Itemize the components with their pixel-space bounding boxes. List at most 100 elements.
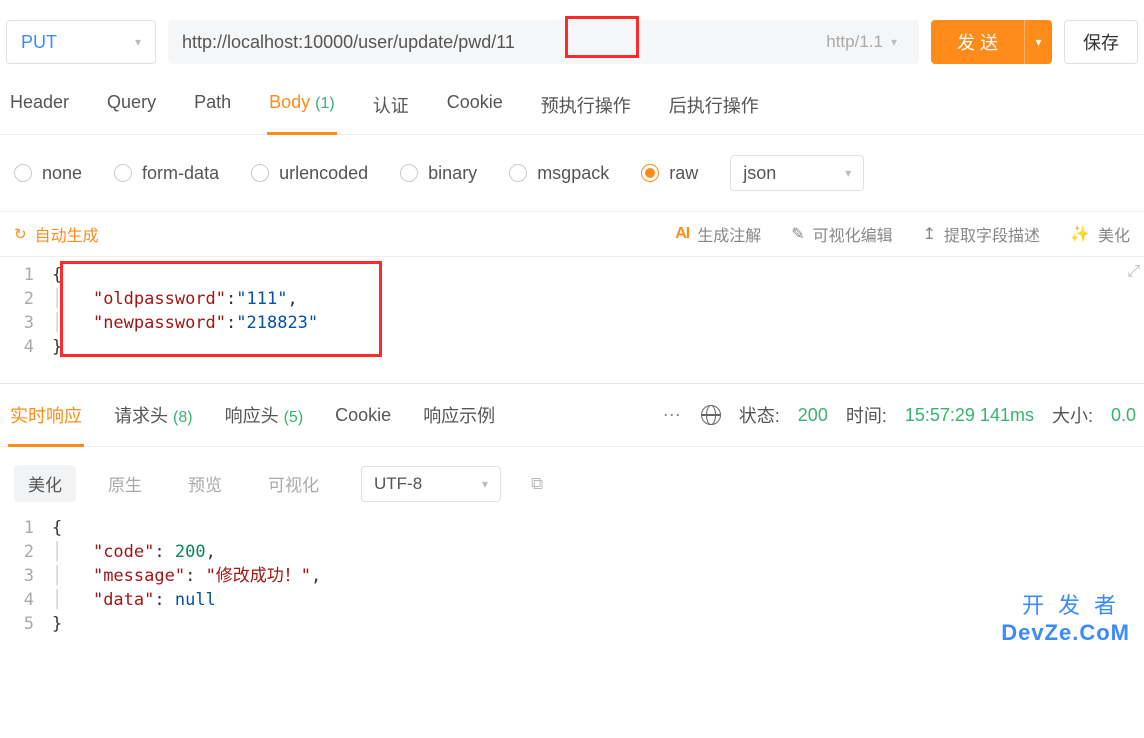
request-body-editor[interactable]: ⤢ 1{ 2│ "oldpassword":"111", 3│ "newpass… [0,257,1144,383]
response-subtabs: 美化 原生 预览 可视化 UTF-8 ▾ ⧉ [0,447,1144,516]
refresh-icon: ↻ [14,225,27,243]
tab-body-label: Body [269,92,310,112]
edit-icon: ✎ [791,224,804,244]
send-button[interactable]: 发 送 ▾ [931,20,1052,64]
body-type-raw[interactable]: raw [641,163,698,184]
radio-icon [509,164,527,182]
subtab-preview[interactable]: 预览 [174,465,236,502]
code-block: 1{ 2│ "code": 200, 3│ "message": "修改成功！"… [0,516,1144,636]
encoding-value: UTF-8 [374,474,422,494]
tab-path[interactable]: Path [192,76,233,134]
http-version-value: http/1.1 [826,32,883,52]
code-line: 3│ "message": "修改成功！", [0,564,1144,588]
resp-tab-label: 响应头 [225,406,279,426]
auto-generate-label: 自动生成 [35,222,99,246]
line-number: 3 [0,564,52,588]
code-line: 2│ "oldpassword":"111", [0,287,1144,311]
body-type-formdata[interactable]: form-data [114,163,219,184]
line-number: 2 [0,540,52,564]
radio-icon [641,164,659,182]
encoding-select[interactable]: UTF-8 ▾ [361,466,501,502]
status-code: 200 [798,405,828,426]
body-type-urlencoded[interactable]: urlencoded [251,163,368,184]
chevron-down-icon: ▾ [135,35,141,49]
resp-tab-request-headers[interactable]: 请求头 (8) [112,384,195,446]
line-number: 3 [0,311,52,335]
line-number: 2 [0,287,52,311]
response-meta: ⋯ 状态: 200 时间: 15:57:29 141ms 大小: 0.0 [663,402,1136,428]
tab-pre-script[interactable]: 预执行操作 [539,76,633,134]
response-body-editor[interactable]: 1{ 2│ "code": 200, 3│ "message": "修改成功！"… [0,516,1144,648]
url-input[interactable] [182,32,818,53]
resp-tab-realtime[interactable]: 实时响应 [8,384,84,446]
extract-fields-button[interactable]: ↥提取字段描述 [923,222,1040,246]
code-line: 2│ "code": 200, [0,540,1144,564]
subtab-beautify[interactable]: 美化 [14,465,76,502]
body-format-select[interactable]: json ▾ [730,155,864,191]
resp-tab-example[interactable]: 响应示例 [421,384,497,446]
body-type-none[interactable]: none [14,163,82,184]
code-line: 5} [0,612,1144,636]
http-method-value: PUT [21,32,57,53]
send-button-caret[interactable]: ▾ [1024,20,1052,64]
radio-label: form-data [142,163,219,184]
response-header-row: 实时响应 请求头 (8) 响应头 (5) Cookie 响应示例 ⋯ 状态: 2… [0,384,1144,447]
radio-label: urlencoded [279,163,368,184]
code-line: 1{ [0,263,1144,287]
watermark-line2: DevZe.CoM [1001,620,1130,646]
save-button[interactable]: 保存 [1064,20,1138,64]
radio-label: binary [428,163,477,184]
radio-label: none [42,163,82,184]
beautify-label: 美化 [1098,222,1130,246]
http-version-select[interactable]: http/1.1 ▾ [818,32,905,52]
visual-editor-button[interactable]: ✎可视化编辑 [791,222,892,246]
body-types-row: none form-data urlencoded binary msgpack… [0,135,1144,212]
response-tabs: 实时响应 请求头 (8) 响应头 (5) Cookie 响应示例 [8,384,497,446]
line-number: 1 [0,263,52,287]
resp-tab-count: (5) [284,409,304,426]
code-line: 3│ "newpassword":"218823" [0,311,1144,335]
http-method-select[interactable]: PUT ▾ [6,20,156,64]
line-number: 1 [0,516,52,540]
resp-tab-count: (8) [173,409,193,426]
extract-label: 提取字段描述 [944,222,1040,246]
size-label: 大小: [1052,402,1093,428]
tab-body[interactable]: Body (1) [267,76,337,134]
request-tabs: Header Query Path Body (1) 认证 Cookie 预执行… [0,76,1144,135]
send-button-label: 发 送 [931,20,1024,64]
size-value: 0.0 [1111,405,1136,426]
radio-label: msgpack [537,163,609,184]
auto-generate-button[interactable]: ↻ 自动生成 [14,222,99,246]
code-line: 1{ [0,516,1144,540]
tab-cookie[interactable]: Cookie [445,76,505,134]
chevron-down-icon: ▾ [891,35,897,49]
tab-body-count: (1) [315,95,335,112]
url-input-wrap: http/1.1 ▾ [168,20,919,64]
code-line: 4│ "data": null [0,588,1144,612]
tab-query[interactable]: Query [105,76,158,134]
tab-auth[interactable]: 认证 [371,76,411,134]
tab-post-script[interactable]: 后执行操作 [667,76,761,134]
resp-tab-cookie[interactable]: Cookie [333,387,393,444]
subtab-visual[interactable]: 可视化 [254,465,333,502]
globe-icon[interactable] [701,405,721,425]
resp-tab-response-headers[interactable]: 响应头 (5) [223,384,306,446]
line-number: 4 [0,588,52,612]
toolbar-right: AI生成注解 ✎可视化编辑 ↥提取字段描述 ✨美化 [675,222,1130,246]
tab-header[interactable]: Header [8,76,71,134]
beautify-button[interactable]: ✨美化 [1070,222,1130,246]
copy-icon[interactable]: ⧉ [531,474,543,494]
watermark-line1: 开发者 [1022,588,1130,620]
line-number: 4 [0,335,52,359]
code-block: 1{ 2│ "oldpassword":"111", 3│ "newpasswo… [0,263,1144,359]
expand-icon[interactable]: ⤢ [1127,263,1140,281]
ai-generate-button[interactable]: AI生成注解 [675,222,761,246]
radio-icon [114,164,132,182]
chevron-down-icon: ▾ [845,166,851,180]
body-type-binary[interactable]: binary [400,163,477,184]
subtab-raw[interactable]: 原生 [94,465,156,502]
body-type-msgpack[interactable]: msgpack [509,163,609,184]
time-value: 15:57:29 141ms [905,405,1034,426]
body-format-value: json [743,163,776,184]
more-icon[interactable]: ⋯ [663,405,683,426]
